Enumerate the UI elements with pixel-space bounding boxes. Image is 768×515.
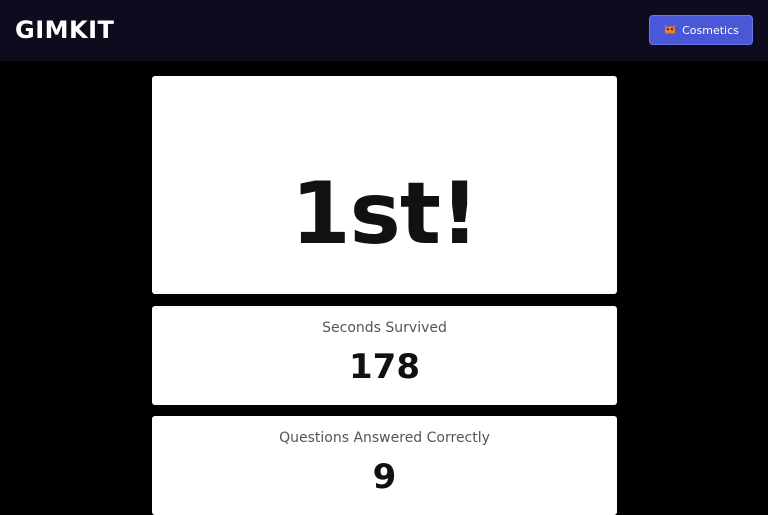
seconds-survived-value: 178 bbox=[349, 347, 420, 387]
questions-correct-card: Questions Answered Correctly 9 bbox=[152, 416, 617, 515]
cosmetics-label: Cosmetics bbox=[682, 23, 739, 37]
placement-card: 1st! bbox=[152, 76, 617, 294]
seconds-survived-card: Seconds Survived 178 bbox=[152, 306, 617, 405]
seconds-survived-label: Seconds Survived bbox=[322, 320, 447, 336]
cosmetics-button[interactable]: Cosmetics bbox=[649, 15, 753, 45]
gimkit-logo[interactable]: GIMKIT bbox=[15, 15, 114, 45]
placement-text: 1st! bbox=[290, 164, 479, 264]
questions-correct-value: 9 bbox=[372, 457, 397, 497]
orange-monster-icon bbox=[663, 23, 677, 37]
questions-correct-label: Questions Answered Correctly bbox=[279, 430, 490, 446]
top-bar: GIMKIT Cosmetics bbox=[0, 0, 768, 61]
